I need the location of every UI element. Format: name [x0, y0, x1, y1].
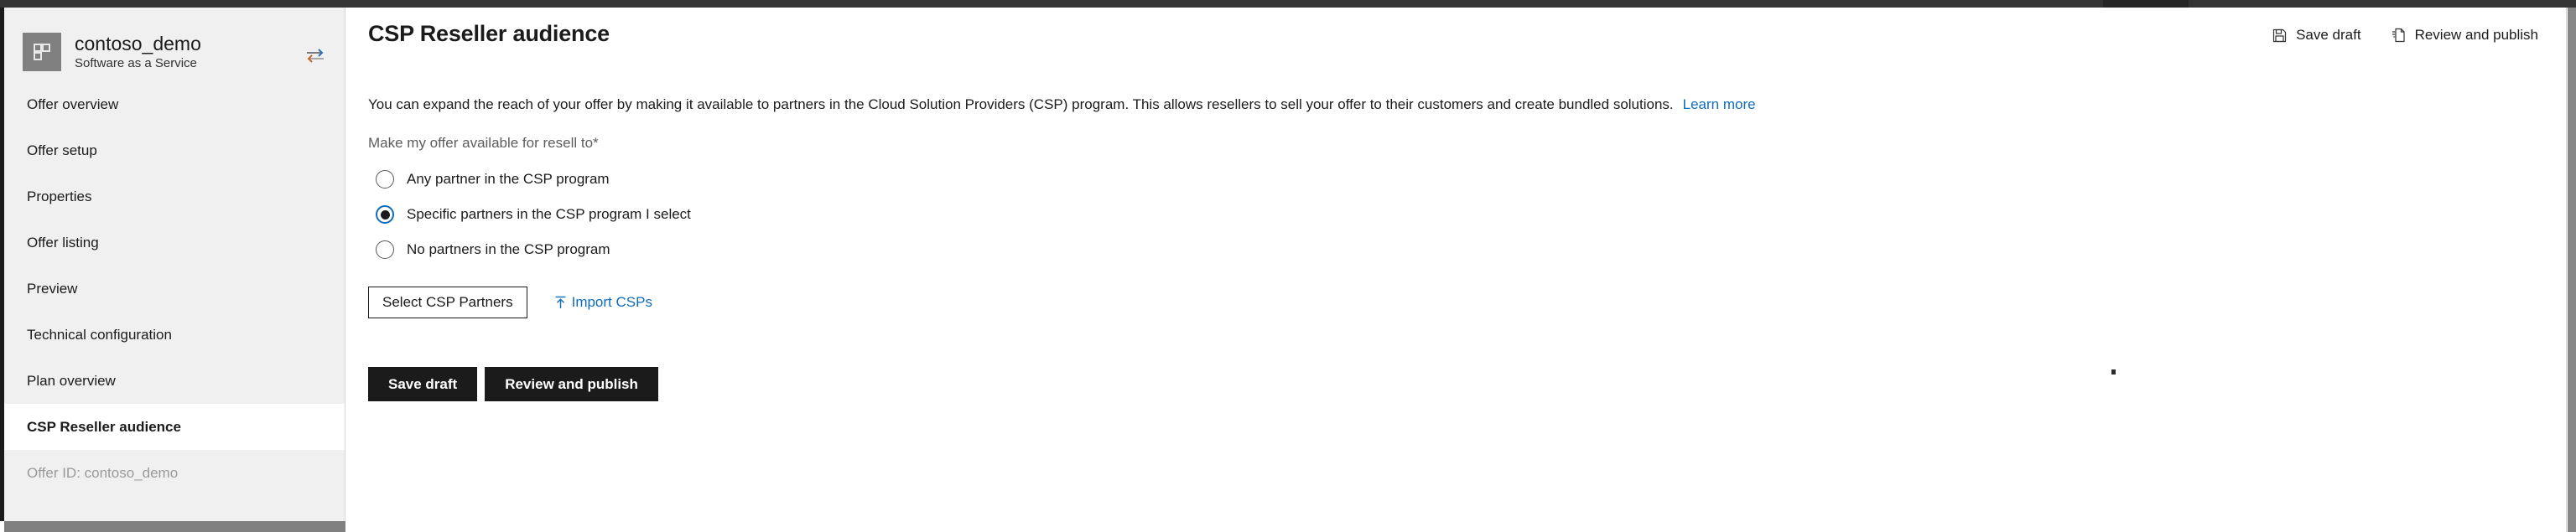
- review-and-publish-button[interactable]: Review and publish: [485, 367, 658, 401]
- footer-buttons: Save draft Review and publish: [368, 367, 2566, 401]
- browser-top-bar: [0, 0, 2576, 8]
- sidebar-item-preview[interactable]: Preview: [4, 266, 345, 312]
- sidebar-item-label: Properties: [27, 188, 92, 204]
- radio-any-partner[interactable]: Any partner in the CSP program: [368, 165, 2566, 194]
- content-body: You can expand the reach of your offer b…: [346, 96, 2566, 401]
- publish-document-icon: [2392, 28, 2406, 43]
- radio-indicator: [376, 240, 394, 259]
- offer-meta: contoso_demo Software as a Service: [75, 33, 301, 72]
- save-icon: [2272, 28, 2287, 43]
- import-csps-link[interactable]: Import CSPs: [554, 294, 652, 311]
- sidebar-item-label: Offer ID: contoso_demo: [27, 464, 179, 481]
- offer-type: Software as a Service: [75, 55, 197, 70]
- import-csps-label: Import CSPs: [571, 294, 652, 310]
- sidebar-item-offer-overview[interactable]: Offer overview: [4, 81, 345, 127]
- radio-no-partners[interactable]: No partners in the CSP program: [368, 235, 2566, 264]
- resell-to-field-label: Make my offer available for resell to*: [368, 135, 599, 151]
- save-draft-label: Save draft: [2296, 27, 2361, 43]
- sidebar-item-offer-setup[interactable]: Offer setup: [4, 127, 345, 173]
- sidebar: contoso_demo Software as a Service Offer…: [0, 8, 345, 521]
- sidebar-item-label: Offer setup: [27, 142, 97, 158]
- offer-name: contoso_demo: [75, 32, 201, 54]
- sidebar-item-label: Offer listing: [27, 234, 99, 251]
- select-csp-partners-button[interactable]: Select CSP Partners: [368, 287, 527, 318]
- sidebar-item-plan-overview[interactable]: Plan overview: [4, 358, 345, 404]
- sidebar-item-label: Plan overview: [27, 372, 116, 389]
- sidebar-nav: Offer overview Offer setup Properties Of…: [4, 81, 345, 496]
- radio-specific-partners[interactable]: Specific partners in the CSP program I s…: [368, 200, 2566, 229]
- sidebar-item-label: Offer overview: [27, 96, 119, 112]
- radio-label: No partners in the CSP program: [407, 241, 610, 257]
- radio-indicator-selected: [376, 205, 394, 224]
- radio-label: Any partner in the CSP program: [407, 171, 610, 187]
- save-draft-button[interactable]: Save draft: [368, 367, 478, 401]
- vertical-scrollbar[interactable]: [2566, 8, 2576, 532]
- sidebar-item-properties[interactable]: Properties: [4, 173, 345, 220]
- app-window: contoso_demo Software as a Service Offer…: [0, 0, 2576, 532]
- sidebar-item-offer-id: Offer ID: contoso_demo: [4, 450, 345, 496]
- sidebar-item-csp-reseller-audience[interactable]: CSP Reseller audience: [4, 404, 345, 450]
- sidebar-item-offer-listing[interactable]: Offer listing: [4, 220, 345, 266]
- sidebar-item-label: CSP Reseller audience: [27, 418, 181, 435]
- radio-indicator: [376, 170, 394, 189]
- intro-paragraph: You can expand the reach of your offer b…: [368, 96, 2566, 114]
- sidebar-item-label: Technical configuration: [27, 326, 172, 343]
- learn-more-link[interactable]: Learn more: [1683, 96, 1756, 112]
- offer-header: contoso_demo Software as a Service: [4, 8, 345, 78]
- intro-text: You can expand the reach of your offer b…: [368, 96, 1674, 112]
- horizontal-scrollbar[interactable]: [4, 521, 345, 532]
- radio-label: Specific partners in the CSP program I s…: [407, 206, 691, 222]
- swap-arrows-icon[interactable]: [301, 41, 330, 63]
- content-header: CSP Reseller audience Save draft Review …: [346, 8, 2566, 63]
- sidebar-item-technical-configuration[interactable]: Technical configuration: [4, 312, 345, 358]
- page-title: CSP Reseller audience: [368, 21, 610, 46]
- review-and-publish-command[interactable]: Review and publish: [2392, 27, 2538, 44]
- tiles-grid-icon: [23, 33, 61, 71]
- partner-actions-row: Select CSP Partners Import CSPs: [368, 287, 2566, 318]
- header-actions: Save draft Review and publish: [2272, 27, 2538, 44]
- resell-to-radio-group: Any partner in the CSP program Specific …: [368, 165, 2566, 264]
- vertical-scrollbar-thumb[interactable]: [2568, 8, 2576, 532]
- browser-active-tab[interactable]: [2103, 0, 2189, 8]
- review-and-publish-label: Review and publish: [2414, 27, 2538, 43]
- main-content: CSP Reseller audience Save draft Review …: [346, 8, 2566, 532]
- upload-icon: [554, 296, 567, 309]
- save-draft-command[interactable]: Save draft: [2272, 27, 2361, 44]
- cursor-artifact: [2111, 369, 2116, 374]
- sidebar-item-label: Preview: [27, 280, 78, 297]
